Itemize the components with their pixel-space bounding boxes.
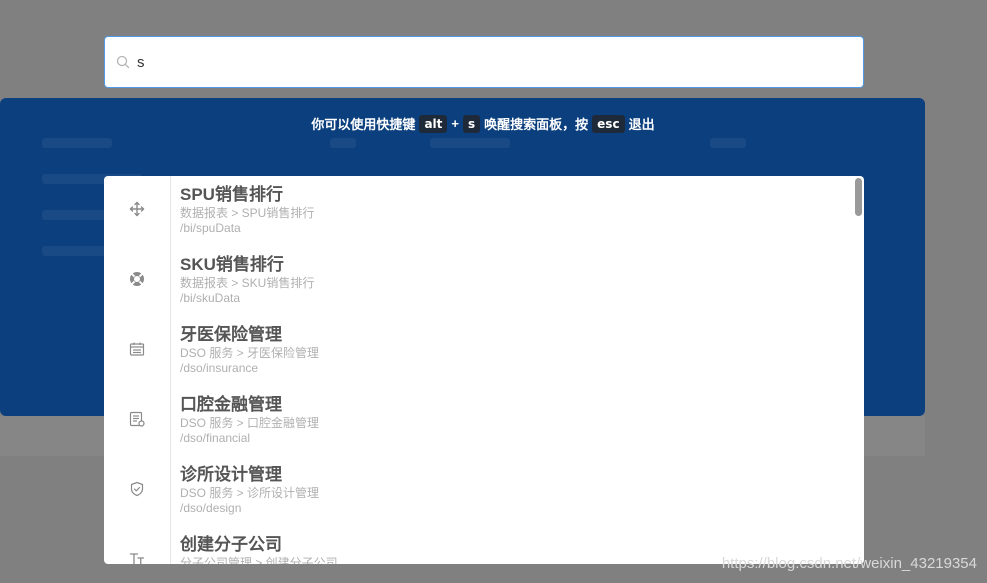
result-title: 牙医保险管理	[180, 325, 282, 344]
hint-suffix: 退出	[628, 117, 655, 132]
kbd-s: s	[462, 114, 481, 133]
search-input[interactable]	[131, 37, 863, 87]
search-results-list: SPU销售排行 数据报表 > SPU销售排行 /bi/spuData SKU销售…	[104, 176, 864, 564]
result-item-insurance[interactable]: 牙医保险管理 DSO 服务 > 牙医保险管理 /dso/insurance	[104, 316, 864, 386]
result-title: SKU销售排行	[180, 255, 284, 274]
result-title: 口腔金融管理	[180, 395, 282, 414]
background-text	[710, 138, 746, 148]
result-icon-cell	[104, 316, 171, 386]
result-title: 诊所设计管理	[180, 465, 282, 484]
result-breadcrumb: 数据报表 > SPU销售排行	[180, 206, 315, 220]
result-breadcrumb: DSO 服务 > 口腔金融管理	[180, 416, 320, 430]
result-text: 诊所设计管理 DSO 服务 > 诊所设计管理 /dso/design	[171, 456, 319, 526]
result-path: /dso/insurance	[180, 361, 259, 375]
result-item-spu[interactable]: SPU销售排行 数据报表 > SPU销售排行 /bi/spuData	[104, 176, 864, 246]
result-icon-cell	[104, 176, 171, 246]
result-breadcrumb: 分子公司管理 > 创建分子公司	[180, 556, 338, 564]
result-path: /bi/skuData	[180, 291, 241, 305]
lifebuoy-icon	[129, 271, 145, 292]
hint-middle: 唤醒搜索面板，按	[484, 117, 589, 132]
shield-check-icon	[129, 481, 145, 502]
result-text: SKU销售排行 数据报表 > SKU销售排行 /bi/skuData	[171, 246, 314, 316]
invoice-icon	[129, 411, 145, 432]
result-breadcrumb: DSO 服务 > 诊所设计管理	[180, 486, 320, 500]
result-icon-cell	[104, 246, 171, 316]
result-item-sku[interactable]: SKU销售排行 数据报表 > SKU销售排行 /bi/skuData	[104, 246, 864, 316]
result-text: 牙医保险管理 DSO 服务 > 牙医保险管理 /dso/insurance	[171, 316, 319, 386]
watermark: https://blog.csdn.net/weixin_43219354	[721, 555, 977, 572]
search-icon	[115, 54, 131, 70]
search-box[interactable]	[104, 36, 864, 88]
result-item-design[interactable]: 诊所设计管理 DSO 服务 > 诊所设计管理 /dso/design	[104, 456, 864, 526]
background-text	[42, 138, 112, 148]
background-text	[430, 138, 510, 148]
result-item-financial[interactable]: 口腔金融管理 DSO 服务 > 口腔金融管理 /dso/financial	[104, 386, 864, 456]
search-results-panel[interactable]: SPU销售排行 数据报表 > SPU销售排行 /bi/spuData SKU销售…	[104, 176, 864, 564]
result-path: /dso/design	[180, 501, 242, 515]
shortcut-hint: 你可以使用快捷键 alt + s 唤醒搜索面板，按 esc 退出	[0, 114, 966, 133]
text-size-icon	[129, 551, 145, 564]
result-path: /dso/financial	[180, 431, 251, 445]
result-icon-cell	[104, 526, 171, 564]
results-scrollbar-thumb[interactable]	[855, 178, 862, 216]
kbd-esc: esc	[592, 114, 625, 133]
hint-prefix: 你可以使用快捷键	[311, 117, 416, 132]
move-icon	[129, 201, 145, 222]
result-title: SPU销售排行	[180, 185, 283, 204]
kbd-alt: alt	[419, 114, 448, 133]
result-title: 创建分子公司	[180, 535, 282, 554]
calendar-icon	[129, 341, 145, 362]
background-text	[330, 138, 356, 148]
result-breadcrumb: 数据报表 > SKU销售排行	[180, 276, 315, 290]
result-path: /bi/spuData	[180, 221, 241, 235]
result-breadcrumb: DSO 服务 > 牙医保险管理	[180, 346, 320, 360]
result-icon-cell	[104, 386, 171, 456]
result-text: 创建分子公司 分子公司管理 > 创建分子公司	[171, 526, 338, 564]
hint-plus: +	[451, 116, 459, 131]
result-icon-cell	[104, 456, 171, 526]
result-text: 口腔金融管理 DSO 服务 > 口腔金融管理 /dso/financial	[171, 386, 319, 456]
result-text: SPU销售排行 数据报表 > SPU销售排行 /bi/spuData	[171, 176, 314, 246]
